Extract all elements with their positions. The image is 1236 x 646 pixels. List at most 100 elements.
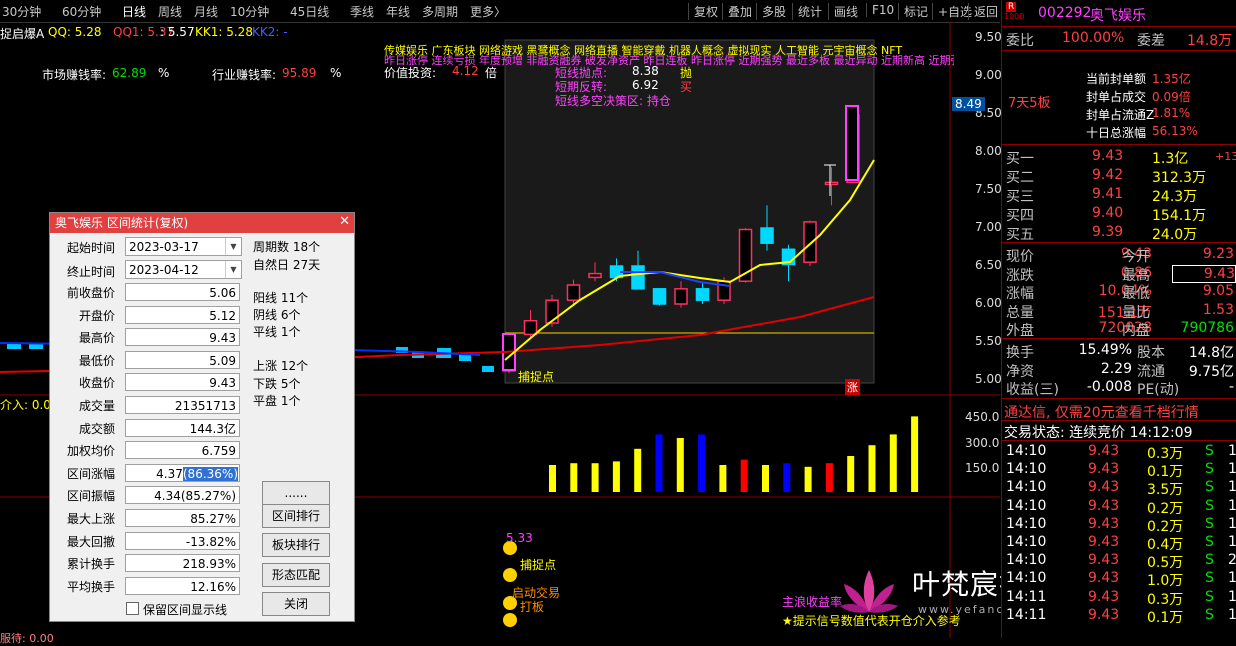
tick-count: 1 [1228, 606, 1236, 623]
end-date-value: 2023-04-12 [129, 263, 199, 277]
bid-price[interactable]: 9.42 [1092, 167, 1123, 183]
keep-range-checkbox[interactable] [126, 602, 139, 615]
shape-match-button[interactable]: 形态匹配 [262, 563, 330, 587]
volume-bar [868, 445, 876, 492]
toolbar-button[interactable]: 画线 [828, 3, 858, 20]
capture-point-2: 捕捉点 [520, 558, 557, 572]
start-date-select[interactable]: 2023-03-17 ▼ [125, 237, 242, 256]
volume-bar [676, 438, 684, 492]
toolbar-button[interactable]: 统计 [792, 3, 822, 20]
limit-board: 打板 [520, 600, 545, 614]
toolbar-button[interactable]: 多股 [756, 3, 786, 20]
volume-tick: 150.0 [965, 461, 1000, 475]
quote-value: -0.008 [1086, 379, 1132, 395]
tick-volume: 0.5万 [1147, 555, 1184, 572]
range-rank-button[interactable]: 区间排行 [262, 504, 330, 528]
weibi-value: 100.00% [1062, 30, 1125, 46]
price-tick: 5.00 [975, 372, 1002, 386]
volume-tick: 450.0 [965, 410, 1000, 424]
more-button[interactable]: ...... [262, 481, 330, 505]
period-tab[interactable]: 多周期 [422, 3, 458, 20]
quote-value: 9.05 [1202, 283, 1234, 299]
weicha-value: 14.8万 [1187, 33, 1233, 49]
candle [652, 288, 667, 306]
period-tab[interactable]: 10分钟 [230, 3, 269, 20]
quote-label: 现价 [1006, 249, 1034, 265]
stat-number: 21351713 [174, 399, 236, 413]
current-price-tag: 8.49 [952, 97, 985, 111]
stat-value: 6.759 [125, 441, 240, 460]
period-tab[interactable]: 30分钟 [2, 3, 41, 20]
quote-label: 量比 [1122, 304, 1150, 321]
tick-count: 1 [1228, 461, 1236, 478]
stat-value: 5.12 [125, 305, 240, 324]
chevron-down-icon[interactable]: ▼ [225, 238, 241, 255]
quote-label: PE(动) [1137, 382, 1180, 398]
quote-value: 2.29 [1100, 360, 1132, 377]
chevron-down-icon[interactable]: ▼ [225, 261, 241, 278]
value-invest-unit: 倍 [485, 66, 498, 80]
toolbar-button[interactable]: 返回 [968, 3, 998, 20]
tick-time: 14:11 [1006, 606, 1047, 623]
tick-count: 1 [1228, 570, 1236, 587]
price-tick: 6.00 [975, 296, 1002, 310]
period-tab[interactable]: 季线 [350, 3, 374, 20]
stat-number: -13.82% [185, 534, 236, 549]
bid-price[interactable]: 9.41 [1092, 186, 1123, 202]
stat-number: 6.759 [201, 444, 236, 459]
toolbar-button[interactable]: F10 [866, 3, 894, 17]
tick-price: 9.43 [1088, 515, 1120, 532]
close-icon[interactable]: ✕ [339, 214, 350, 229]
ad-banner[interactable]: 通达信, 仅需20元查看千档行情 [1004, 402, 1199, 422]
stock-name: 奥飞娱乐 [1090, 8, 1146, 24]
quote-label: 外盘 [1006, 323, 1034, 339]
stat-label: 区间振幅 [66, 489, 115, 504]
tick-time: 14:10 [1006, 570, 1047, 587]
toolbar-button[interactable]: 叠加 [722, 3, 752, 20]
tick-price: 9.43 [1088, 461, 1120, 478]
stat-number: 9.43 [209, 376, 236, 391]
price-tick: 6.50 [975, 258, 1002, 272]
industry-profit-value: 95.89 [282, 66, 317, 80]
price-tick: 7.50 [975, 182, 1002, 196]
volume-bar [655, 434, 663, 492]
tick-price: 9.43 [1088, 606, 1120, 623]
stat-summary-item: 阴线 6个 [253, 308, 301, 322]
stat-number: 12.16% [190, 579, 236, 594]
signal-icon [503, 613, 517, 627]
period-tab[interactable]: 周线 [158, 3, 182, 20]
tick-side: S [1205, 497, 1214, 514]
tick-count: 1 [1228, 588, 1236, 605]
toolbar-button[interactable]: 标记 [898, 3, 928, 20]
block-rank-button[interactable]: 板块排行 [262, 533, 330, 557]
stat-number: 9.43 [209, 331, 236, 346]
bid-volume: 154.1万 [1152, 208, 1207, 224]
end-date-select[interactable]: 2023-04-12 ▼ [125, 260, 242, 279]
seal-key: 封单占流通Z [1086, 108, 1155, 122]
bid-price[interactable]: 9.43 [1092, 148, 1123, 164]
stat-value: 85.27% [125, 509, 240, 527]
seal-value: 0.09倍 [1152, 90, 1191, 104]
end-label: 终止时间 [66, 265, 115, 279]
bid-label: 买五 [1006, 227, 1034, 243]
stat-number: 4.34(85.27%) [154, 489, 236, 504]
tick-volume: 0.2万 [1147, 518, 1184, 535]
toolbar-button[interactable]: 复权 [688, 3, 718, 20]
stat-value: 4.34(85.27%) [125, 486, 240, 505]
period-tab[interactable]: 更多〉 [470, 3, 506, 20]
tick-volume: 1.0万 [1147, 573, 1184, 590]
tick-side: S [1205, 443, 1214, 459]
bid-price[interactable]: 9.40 [1092, 205, 1123, 221]
tick-volume: 0.2万 [1147, 500, 1184, 517]
period-tab[interactable]: 60分钟 [62, 3, 101, 20]
toolbar-button[interactable]: +自选 [932, 3, 972, 20]
qq-value: QQ: 5.28 [48, 25, 102, 39]
close-button[interactable]: 关闭 [262, 592, 330, 616]
period-tab[interactable]: 45日线 [290, 3, 329, 20]
tick-time: 14:11 [1006, 588, 1047, 605]
period-tab[interactable]: 日线 [122, 3, 146, 20]
bid-price[interactable]: 9.39 [1092, 224, 1123, 240]
seal-value: 56.13% [1152, 124, 1198, 138]
period-tab[interactable]: 年线 [386, 3, 410, 20]
period-tab[interactable]: 月线 [194, 3, 218, 20]
